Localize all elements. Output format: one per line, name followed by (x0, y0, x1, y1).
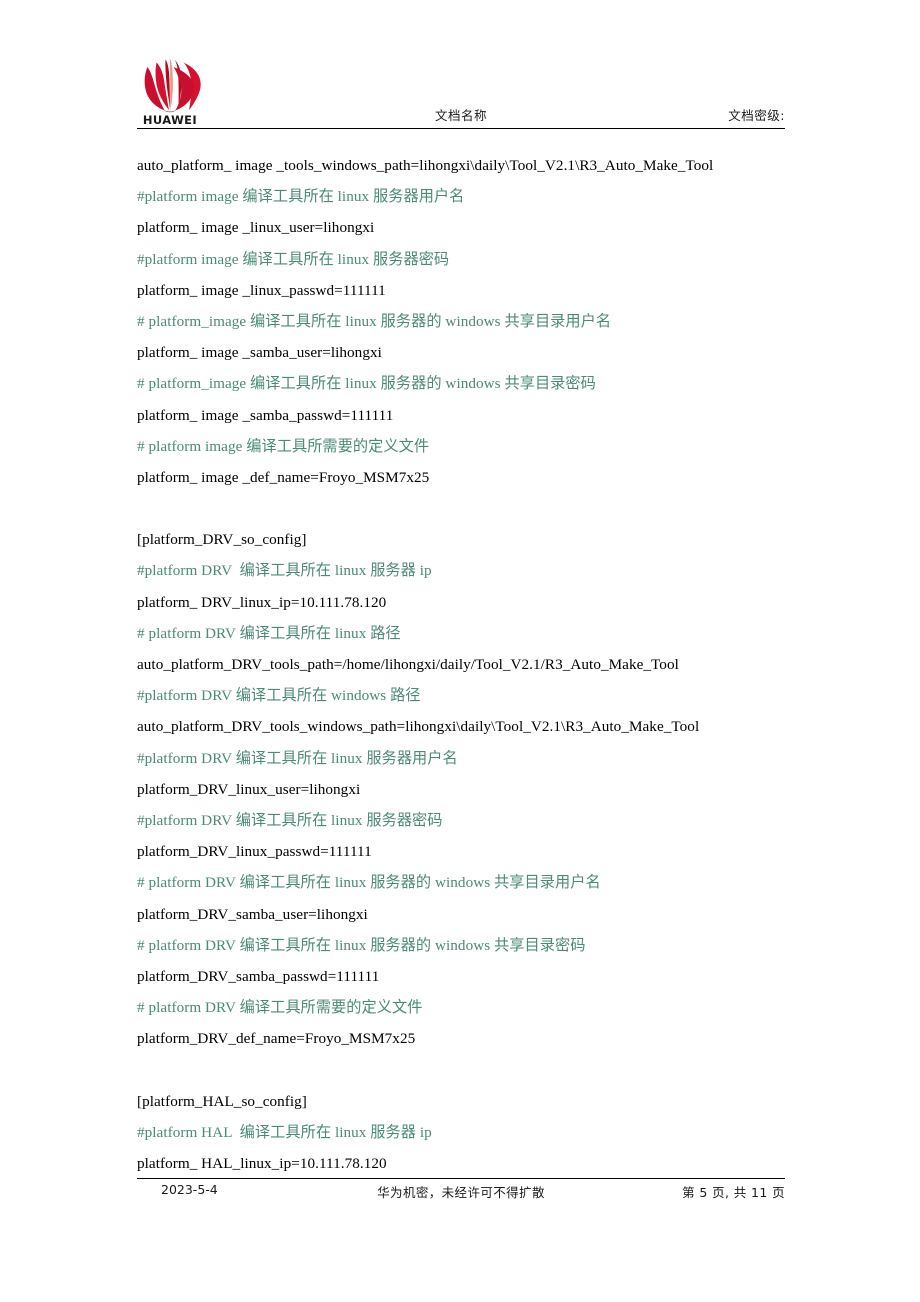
config-code-line: platform_ image _def_name=Froyo_MSM7x25 (137, 468, 430, 486)
config-comment-line: # platform DRV 编译工具所需要的定义文件 (137, 999, 423, 1017)
config-code-line: auto_platform_DRV_tools_path=/home/lihon… (137, 656, 679, 673)
config-comment-line: #platform DRV 编译工具所在 linux 服务器用户名 (137, 749, 458, 767)
config-code-line: platform_DRV_linux_passwd=111111 (137, 843, 372, 861)
config-code-line: auto_platform_ image _tools_windows_path… (137, 157, 714, 174)
footer-page-number: 第 5 页, 共 11 页 (682, 1185, 785, 1200)
config-comment-line: # platform DRV 编译工具所在 linux 服务器的 windows… (137, 936, 586, 954)
footer-divider (137, 1178, 785, 1179)
config-code-line: auto_platform_DRV_tools_windows_path=lih… (137, 718, 700, 736)
config-comment-line: #platform DRV 编译工具所在 linux 服务器 ip (137, 562, 432, 580)
config-code-line: platform_ image _linux_user=lihongxi (137, 219, 375, 237)
document-body: auto_platform_ image _tools_windows_path… (137, 150, 797, 1179)
config-code-line: platform_ image _linux_passwd=111111 (137, 281, 386, 299)
header-rule-row: HUAWEI 文档名称 文档密级: (137, 55, 785, 129)
config-code-line: platform_ DRV_linux_ip=10.111.78.120 (137, 593, 387, 611)
config-code-line: platform_DRV_def_name=Froyo_MSM7x25 (137, 1030, 416, 1048)
config-comment-line: #platform image 编译工具所在 linux 服务器用户名 (137, 188, 465, 206)
config-comment-line: #platform HAL 编译工具所在 linux 服务器 ip (137, 1123, 432, 1141)
config-comment-line: # platform_image 编译工具所在 linux 服务器的 windo… (137, 375, 596, 393)
config-code-line: platform_ image _samba_user=lihongxi (137, 344, 382, 362)
config-code-line: [platform_DRV_so_config] (137, 531, 307, 549)
config-comment-line: # platform DRV 编译工具所在 linux 服务器的 windows… (137, 874, 601, 892)
config-comment-line: # platform DRV 编译工具所在 linux 路径 (137, 624, 401, 642)
footer-row: 2023-5-4 华为机密，未经许可不得扩散 第 5 页, 共 11 页 (137, 1182, 785, 1208)
config-comment-line: # platform_image 编译工具所在 linux 服务器的 windo… (137, 312, 612, 330)
page-footer: 2023-5-4 华为机密，未经许可不得扩散 第 5 页, 共 11 页 (137, 1178, 785, 1208)
config-code-line: platform_DRV_samba_user=lihongxi (137, 905, 368, 923)
config-code-line: [platform_HAL_so_config] (137, 1092, 307, 1110)
header-document-title: 文档名称 (434, 108, 487, 123)
config-comment-line: #platform DRV 编译工具所在 windows 路径 (137, 687, 421, 705)
header-confidentiality-label: 文档密级: (728, 108, 785, 123)
config-code-line: platform_ HAL_linux_ip=10.111.78.120 (137, 1155, 387, 1172)
config-code-line: platform_ image _samba_passwd=111111 (137, 406, 394, 424)
config-comment-line: # platform image 编译工具所需要的定义文件 (137, 437, 430, 455)
config-code-line: platform_DRV_linux_user=lihongxi (137, 780, 361, 798)
config-code-line: platform_DRV_samba_passwd=111111 (137, 967, 380, 985)
config-comment-line: #platform DRV 编译工具所在 linux 服务器密码 (137, 811, 443, 829)
document-page: HUAWEI 文档名称 文档密级: auto_platform_ image _… (0, 0, 920, 1302)
page-header: HUAWEI 文档名称 文档密级: (137, 55, 785, 129)
config-comment-line: #platform image 编译工具所在 linux 服务器密码 (137, 250, 450, 268)
